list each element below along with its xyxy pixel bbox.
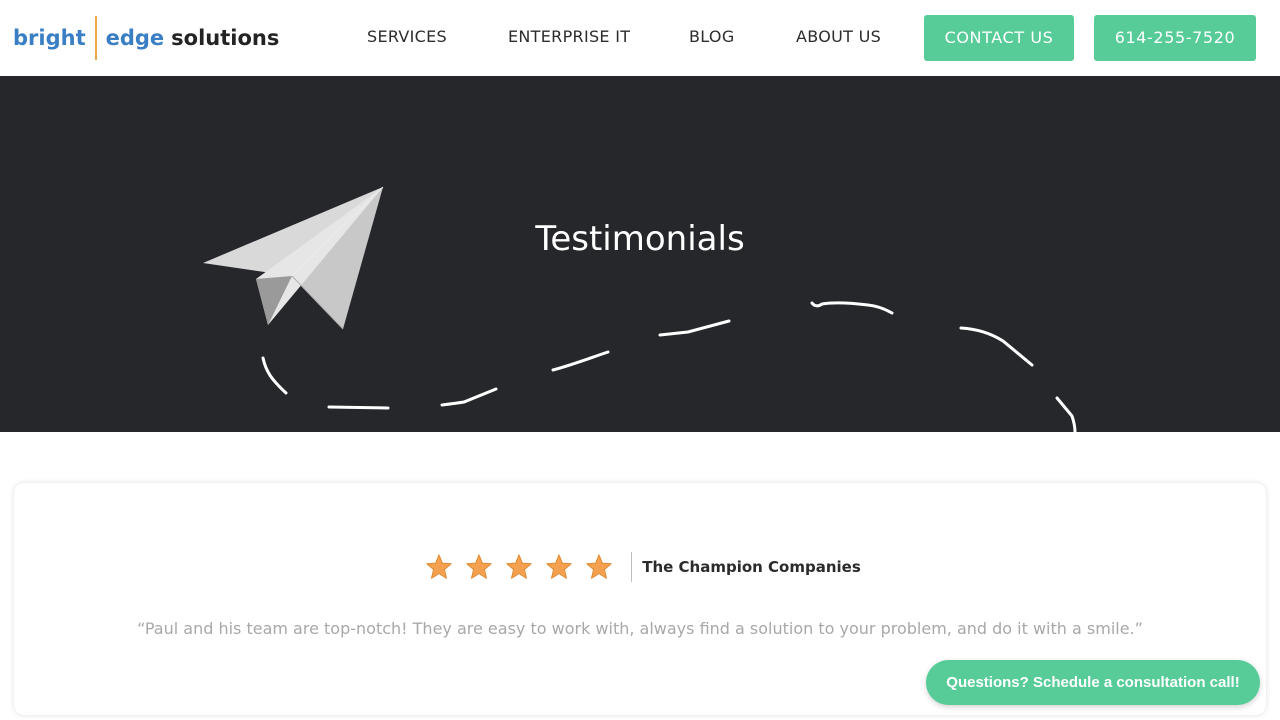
star-icon [426, 554, 452, 579]
site-logo[interactable]: bright edge solutions [13, 16, 279, 60]
page-title: Testimonials [535, 219, 745, 259]
star-rating [419, 553, 619, 581]
nav-link-about-us[interactable]: ABOUT US [796, 26, 881, 48]
hero-section: Testimonials [0, 76, 1280, 432]
nav-link-blog[interactable]: BLOG [689, 26, 735, 48]
star-icon [546, 554, 572, 579]
flight-path-icon [261, 301, 1077, 432]
logo-word-edge: edge [105, 26, 165, 50]
phone-button[interactable]: 614-255-7520 [1094, 15, 1256, 61]
star-icon [466, 554, 492, 579]
rating-divider [631, 552, 633, 582]
site-header: bright edge solutions SERVICES ENTERPRIS… [0, 0, 1280, 76]
logo-word-bright: bright [13, 26, 86, 50]
star-icon [586, 554, 612, 579]
schedule-consultation-button[interactable]: Questions? Schedule a consultation call! [926, 660, 1260, 705]
logo-word-solutions: solutions [171, 26, 280, 50]
nav-link-services[interactable]: SERVICES [367, 26, 447, 48]
testimonial-rating-row: The Champion Companies [14, 551, 1266, 583]
nav-link-enterprise-it[interactable]: ENTERPRISE IT [508, 26, 630, 48]
logo-divider [94, 16, 97, 60]
contact-us-button[interactable]: CONTACT US [924, 15, 1074, 61]
testimonial-company: The Champion Companies [642, 558, 861, 576]
testimonial-quote: “Paul and his team are top-notch! They a… [137, 619, 1143, 638]
star-icon [506, 554, 532, 579]
